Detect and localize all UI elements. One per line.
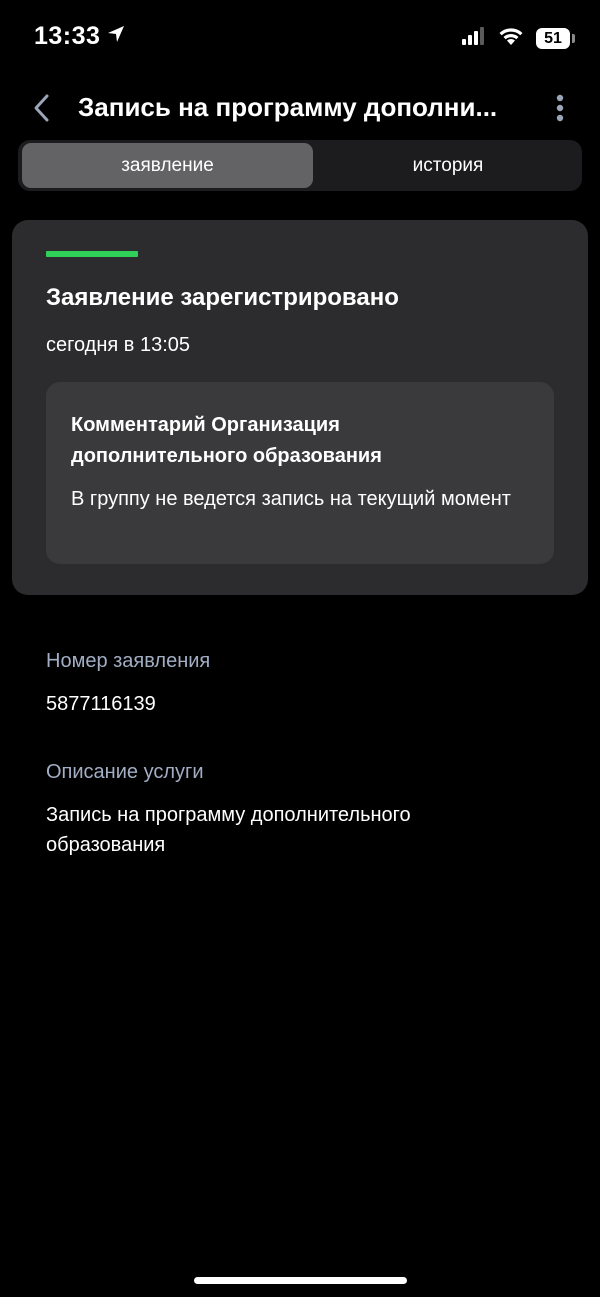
cellular-signal-icon [462,27,486,50]
status-card: Заявление зарегистрировано сегодня в 13:… [12,220,588,595]
location-arrow-icon [106,22,126,51]
status-indicators: 51 [462,26,575,51]
application-number-label: Номер заявления [46,650,211,672]
status-bar: 13:33 51 [0,0,600,76]
service-description-label: Описание услуги [46,761,204,783]
segmented-control: заявление история [18,140,582,191]
application-number-value: 5877116139 [46,693,156,715]
more-options-button[interactable] [546,90,574,126]
tab-application[interactable]: заявление [22,143,313,188]
home-indicator[interactable] [194,1277,407,1284]
wifi-icon [498,26,524,51]
battery-icon: 51 [536,28,575,49]
status-time-group: 13:33 [34,22,126,51]
battery-level: 51 [544,29,562,47]
status-progress-indicator [46,251,138,257]
status-time: 13:33 [34,22,101,50]
comment-box: Комментарий Организация дополнительного … [46,382,554,564]
back-button[interactable] [24,90,60,126]
status-date: сегодня в 13:05 [46,334,190,356]
page-title: Запись на программу дополни... [78,92,498,122]
comment-text: В группу не ведется запись на текущий мо… [71,488,511,510]
comment-title: Комментарий Организация дополнительного … [71,414,382,467]
status-title: Заявление зарегистрировано [46,284,399,311]
nav-header: Запись на программу дополни... [0,80,600,136]
more-vertical-icon [556,94,564,122]
tab-history[interactable]: история [316,143,580,188]
chevron-left-icon [34,94,49,122]
service-description-value: Запись на программу дополнительного обра… [46,804,411,856]
